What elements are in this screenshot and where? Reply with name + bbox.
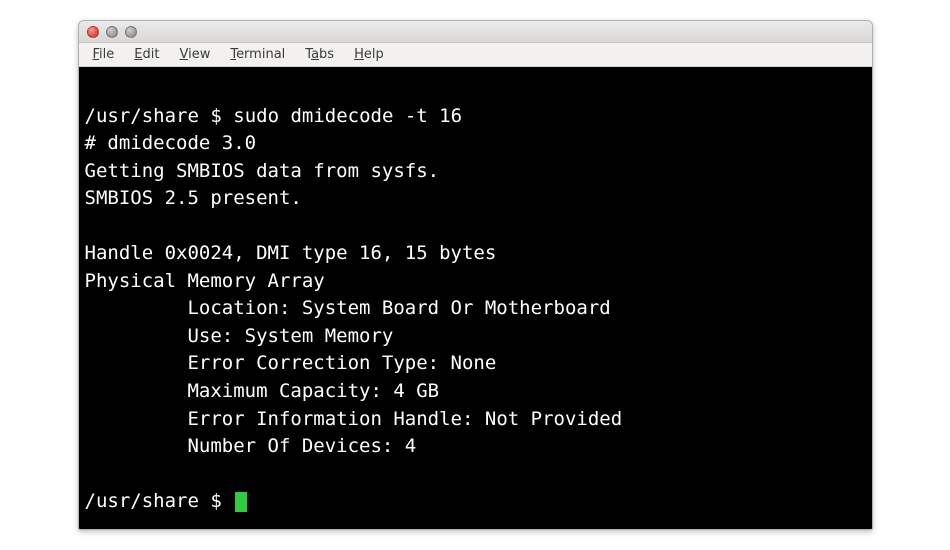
menu-edit[interactable]: Edit <box>126 45 167 64</box>
prompt-path: /usr/share <box>85 490 199 512</box>
menu-view[interactable]: View <box>171 45 218 64</box>
close-icon[interactable] <box>87 26 99 38</box>
menubar: File Edit View Terminal Tabs Help <box>79 43 872 67</box>
output-field: Error Correction Type: None <box>85 350 497 378</box>
output-section: Physical Memory Array <box>85 270 325 292</box>
output-smbios: SMBIOS 2.5 present. <box>85 187 302 209</box>
output-field: Location: System Board Or Motherboard <box>85 295 611 323</box>
minimize-icon[interactable] <box>106 26 118 38</box>
terminal-window: File Edit View Terminal Tabs Help /usr/s… <box>78 20 873 530</box>
prompt-line-2: /usr/share $ <box>85 490 247 512</box>
prompt-symbol: $ <box>210 105 221 127</box>
output-field: Use: System Memory <box>85 323 394 351</box>
output-field: Error Information Handle: Not Provided <box>85 406 623 434</box>
output-version: # dmidecode 3.0 <box>85 132 257 154</box>
prompt-line-1: /usr/share $ sudo dmidecode -t 16 <box>85 105 463 127</box>
cursor-icon <box>235 492 246 512</box>
prompt-symbol: $ <box>210 490 221 512</box>
prompt-path: /usr/share <box>85 105 199 127</box>
terminal-area[interactable]: /usr/share $ sudo dmidecode -t 16 # dmid… <box>79 67 872 529</box>
titlebar[interactable] <box>79 21 872 43</box>
output-field: Maximum Capacity: 4 GB <box>85 378 440 406</box>
menu-help[interactable]: Help <box>346 45 392 64</box>
output-handle: Handle 0x0024, DMI type 16, 15 bytes <box>85 242 497 264</box>
menu-tabs[interactable]: Tabs <box>297 45 342 64</box>
command-text: sudo dmidecode -t 16 <box>233 105 462 127</box>
menu-file[interactable]: File <box>85 45 123 64</box>
output-field: Number Of Devices: 4 <box>85 433 417 461</box>
output-getting: Getting SMBIOS data from sysfs. <box>85 160 440 182</box>
menu-terminal[interactable]: Terminal <box>222 45 293 64</box>
maximize-icon[interactable] <box>125 26 137 38</box>
